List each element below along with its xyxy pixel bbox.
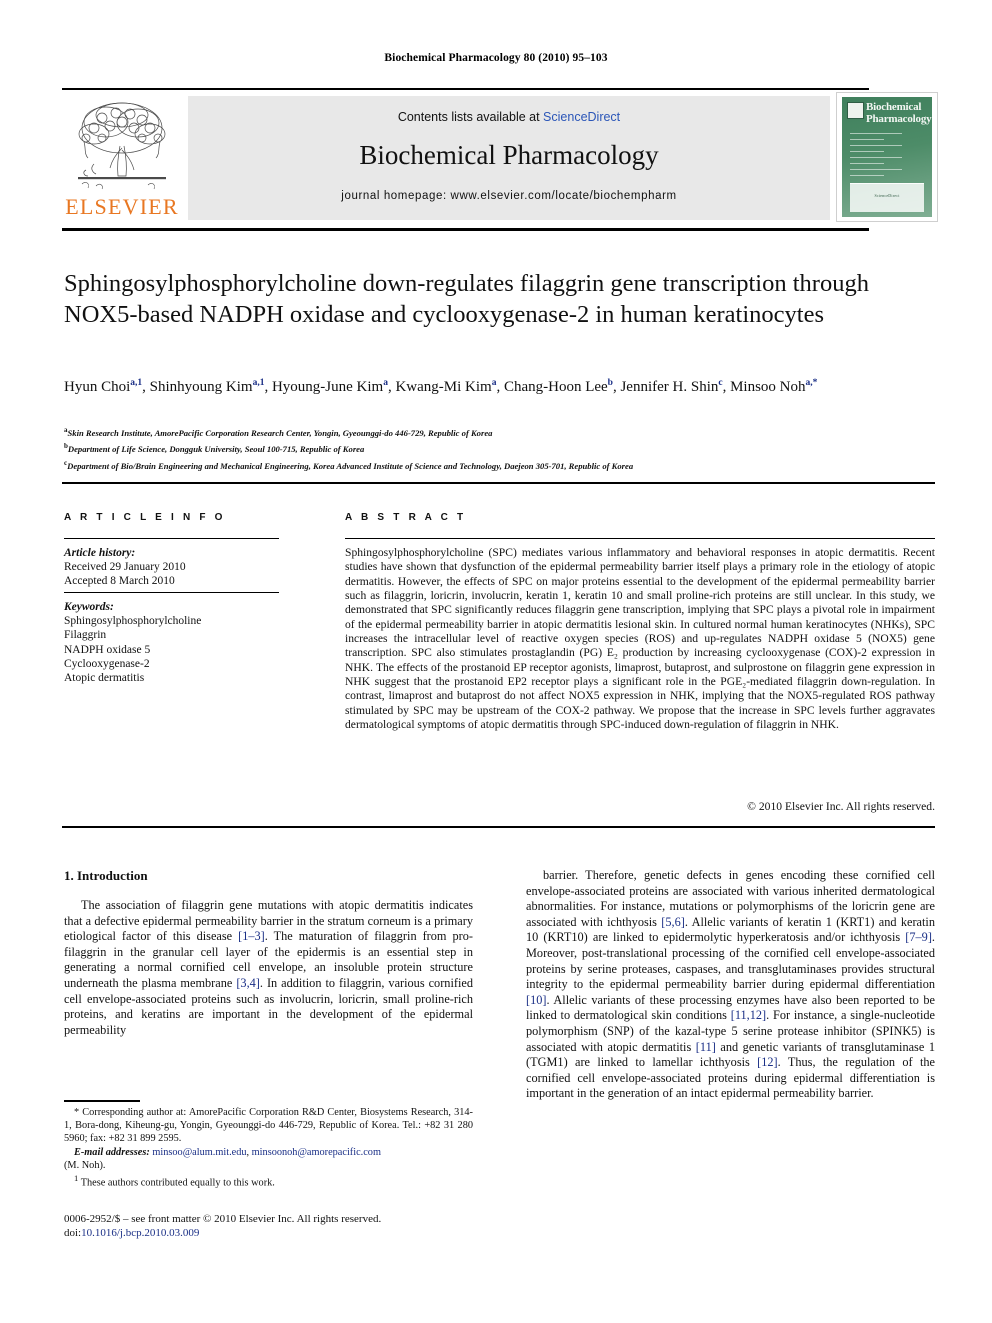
keyword-item: Filaggrin: [64, 629, 107, 642]
affiliation-text-c: Department of Bio/Brain Engineering and …: [67, 460, 634, 471]
sciencedirect-link[interactable]: ScienceDirect: [543, 110, 620, 124]
article-info-rule-1: [64, 538, 279, 539]
journal-cover-thumbnail: Biochemical Pharmacology ScienceDirect: [836, 92, 938, 222]
cover-toc-lines: [850, 133, 924, 181]
received-date: Received 29 January 2010: [64, 561, 186, 574]
elsevier-logo: ELSEVIER: [64, 96, 180, 220]
accepted-date: Accepted 8 March 2010: [64, 575, 175, 588]
issn-front-matter: 0006-2952/$ – see front matter © 2010 El…: [64, 1213, 382, 1225]
intro-paragraph-left: The association of filaggrin gene mutati…: [64, 898, 473, 1037]
journal-article-page: Biochemical Pharmacology 80 (2010) 95–10…: [0, 0, 992, 1323]
email-owner: (M. Noh).: [64, 1159, 106, 1171]
email-link-2[interactable]: minsoonoh@amorepacific.com: [252, 1147, 381, 1158]
info-section-bottom-rule: [62, 826, 935, 828]
doi-link[interactable]: 10.1016/j.bcp.2010.03.009: [81, 1227, 199, 1239]
footnotes-block: * Corresponding author at: AmorePacific …: [64, 1106, 473, 1190]
cover-emblem-icon: [847, 102, 864, 119]
abstract-heading: A B S T R A C T: [345, 512, 467, 523]
affiliation-c: cDepartment of Bio/Brain Engineering and…: [64, 457, 934, 473]
elsevier-wordmark: ELSEVIER: [65, 194, 179, 219]
doi-label: doi:: [64, 1227, 82, 1239]
cover-title-line-1: Biochemical: [866, 101, 922, 113]
equal-contribution-note: 1 These authors contributed equally to t…: [64, 1172, 473, 1190]
keyword-item: Cyclooxygenase-2: [64, 657, 150, 670]
journal-header-band: Contents lists available at ScienceDirec…: [188, 96, 830, 220]
affiliation-text-b: Department of Life Science, Dongguk Univ…: [67, 444, 365, 455]
keyword-item: Atopic dermatitis: [64, 672, 145, 685]
contents-prefix: Contents lists available at: [397, 110, 544, 124]
email-link-1[interactable]: minsoo@alum.mit.edu: [152, 1147, 246, 1158]
affiliation-a: aSkin Research Institute, AmorePacific C…: [64, 424, 934, 440]
running-head: Biochemical Pharmacology 80 (2010) 95–10…: [384, 52, 608, 64]
email-note: E-mail addresses: minsoo@alum.mit.edu, m…: [64, 1146, 473, 1159]
author-list: Hyun Choia,1, Shinhyoung Kima,1, Hyoung-…: [64, 378, 818, 395]
equal-contribution-marker: 1: [74, 1173, 79, 1184]
imprint-block: 0006-2952/$ – see front matter © 2010 El…: [64, 1212, 494, 1240]
abstract-rule: [345, 538, 935, 539]
header-bottom-rule: [62, 228, 869, 231]
equal-contribution-text: These authors contributed equally to thi…: [80, 1177, 275, 1189]
doi-line: doi:10.1016/j.bcp.2010.03.009: [64, 1226, 494, 1240]
affiliation-b: bDepartment of Life Science, Dongguk Uni…: [64, 440, 934, 456]
affiliation-text-a: Skin Research Institute, AmorePacific Co…: [67, 427, 493, 438]
elsevier-tree-icon: [78, 102, 166, 190]
journal-cover-art: Biochemical Pharmacology ScienceDirect: [842, 97, 932, 217]
abstract-copyright: © 2010 Elsevier Inc. All rights reserved…: [747, 800, 935, 813]
info-section-top-rule: [62, 482, 935, 484]
article-history-block: Article history: Received 29 January 201…: [64, 546, 304, 589]
cover-footer-text: ScienceDirect: [874, 193, 900, 198]
corresponding-author-note: * Corresponding author at: AmorePacific …: [64, 1107, 473, 1145]
article-info-heading: A R T I C L E I N F O: [64, 512, 226, 523]
header-top-rule: [62, 88, 869, 90]
keyword-item: Sphingosylphosphorylcholine: [64, 615, 202, 628]
email-addresses-label: E-mail addresses:: [74, 1146, 150, 1158]
article-info-rule-2: [64, 592, 279, 593]
article-history-label: Article history:: [64, 547, 136, 559]
body-column-right: barrier. Therefore, genetic defects in g…: [526, 868, 935, 1102]
keywords-block: Keywords: Sphingosylphosphorylcholine Fi…: [64, 600, 304, 685]
keywords-label: Keywords:: [64, 601, 114, 613]
intro-paragraph-right: barrier. Therefore, genetic defects in g…: [526, 868, 935, 1101]
contents-available-line: Contents lists available at ScienceDirec…: [188, 110, 830, 124]
footnote-separator-rule: [64, 1100, 140, 1102]
affiliations: aSkin Research Institute, AmorePacific C…: [64, 424, 934, 473]
keyword-item: NADPH oxidase 5: [64, 643, 151, 656]
cover-title-line-2: Pharmacology: [866, 113, 932, 125]
article-title: Sphingosylphosphorylcholine down-regulat…: [64, 270, 869, 328]
journal-homepage-url[interactable]: journal homepage: www.elsevier.com/locat…: [188, 190, 830, 202]
body-column-left: The association of filaggrin gene mutati…: [64, 898, 473, 1038]
abstract-text: Sphingosylphosphorylcholine (SPC) mediat…: [345, 546, 935, 732]
cover-footer-panel: ScienceDirect: [850, 183, 924, 212]
journal-title: Biochemical Pharmacology: [359, 140, 659, 170]
section-heading-introduction: 1. Introduction: [64, 868, 148, 883]
